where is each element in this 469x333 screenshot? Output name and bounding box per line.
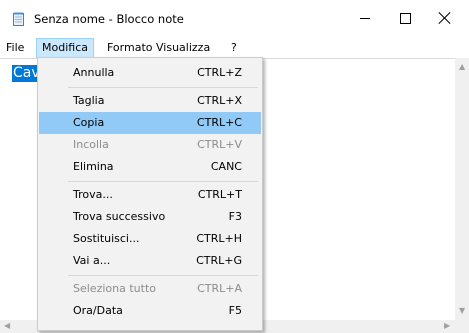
title-bar: Senza nome - Blocco note <box>0 0 469 38</box>
menu-item-shortcut: CTRL+H <box>196 232 242 245</box>
menu-item-label: Sostituisci... <box>73 232 140 245</box>
menu-item-copia[interactable]: Copia CTRL+C <box>39 112 261 134</box>
menu-item-shortcut: CTRL+Z <box>197 66 242 79</box>
modifica-dropdown-menu: Annulla CTRL+Z Taglia CTRL+X Copia CTRL+… <box>37 57 263 331</box>
menu-item-shortcut: CANC <box>210 160 242 173</box>
menu-item-ora-data[interactable]: Ora/Data F5 <box>39 300 261 322</box>
menu-item-shortcut: F3 <box>228 210 242 223</box>
menu-item-shortcut: F5 <box>228 304 242 317</box>
menu-item-shortcut: CTRL+A <box>197 282 242 295</box>
menu-item-label: Annulla <box>73 66 115 79</box>
menu-help[interactable]: ? <box>226 39 242 57</box>
menu-item-label: Elimina <box>73 160 114 173</box>
notepad-icon <box>13 12 24 26</box>
menu-item-elimina[interactable]: Elimina CANC <box>39 156 261 178</box>
scroll-right-icon[interactable]: ▶ <box>444 321 450 331</box>
menu-item-label: Vai a... <box>73 254 111 267</box>
menu-separator <box>68 181 258 182</box>
menu-item-shortcut: CTRL+X <box>197 94 242 107</box>
menu-separator <box>68 87 258 88</box>
menu-item-shortcut: CTRL+C <box>196 116 242 129</box>
menu-formato[interactable]: Formato <box>102 39 158 57</box>
selected-text[interactable]: Cavallo <box>12 65 39 82</box>
menu-visualizza[interactable]: Visualizza <box>151 39 215 57</box>
menu-item-trova-successivo[interactable]: Trova successivo F3 <box>39 206 261 228</box>
minimize-icon <box>360 17 370 19</box>
menu-item-vai-a[interactable]: Vai a... CTRL+G <box>39 250 261 272</box>
menu-item-label: Copia <box>73 116 105 129</box>
scrollbar-corner <box>455 320 469 333</box>
menu-modifica[interactable]: Modifica <box>36 38 94 58</box>
menu-item-taglia[interactable]: Taglia CTRL+X <box>39 90 261 112</box>
menu-item-shortcut: CTRL+G <box>196 254 242 267</box>
scroll-down-icon[interactable]: ▼ <box>459 306 465 316</box>
maximize-button[interactable] <box>385 4 425 32</box>
menu-item-shortcut: CTRL+V <box>197 138 242 151</box>
menu-item-label: Ora/Data <box>73 304 123 317</box>
menu-item-label: Trova successivo <box>73 210 166 223</box>
window-title: Senza nome - Blocco note <box>34 12 184 26</box>
menu-bar: File Modifica Formato Visualizza ? <box>0 38 469 58</box>
menu-item-trova[interactable]: Trova... CTRL+T <box>39 184 261 206</box>
scroll-up-icon[interactable]: ▲ <box>459 62 465 72</box>
menu-item-label: Trova... <box>73 188 113 201</box>
menu-item-label: Incolla <box>73 138 109 151</box>
menu-item-seleziona-tutto: Seleziona tutto CTRL+A <box>39 278 261 300</box>
menu-item-incolla: Incolla CTRL+V <box>39 134 261 156</box>
menu-item-sostituisci[interactable]: Sostituisci... CTRL+H <box>39 228 261 250</box>
maximize-icon <box>399 12 411 24</box>
menu-item-shortcut: CTRL+T <box>197 188 242 201</box>
close-button[interactable] <box>425 4 465 32</box>
minimize-button[interactable] <box>345 4 385 32</box>
menu-file[interactable]: File <box>6 39 24 57</box>
vertical-scrollbar[interactable] <box>455 58 469 320</box>
menu-item-label: Taglia <box>73 94 105 107</box>
menu-item-annulla[interactable]: Annulla CTRL+Z <box>39 62 261 84</box>
close-icon <box>439 12 451 24</box>
scroll-left-icon[interactable]: ◀ <box>4 321 10 331</box>
menu-separator <box>68 275 258 276</box>
menu-item-label: Seleziona tutto <box>73 282 156 295</box>
